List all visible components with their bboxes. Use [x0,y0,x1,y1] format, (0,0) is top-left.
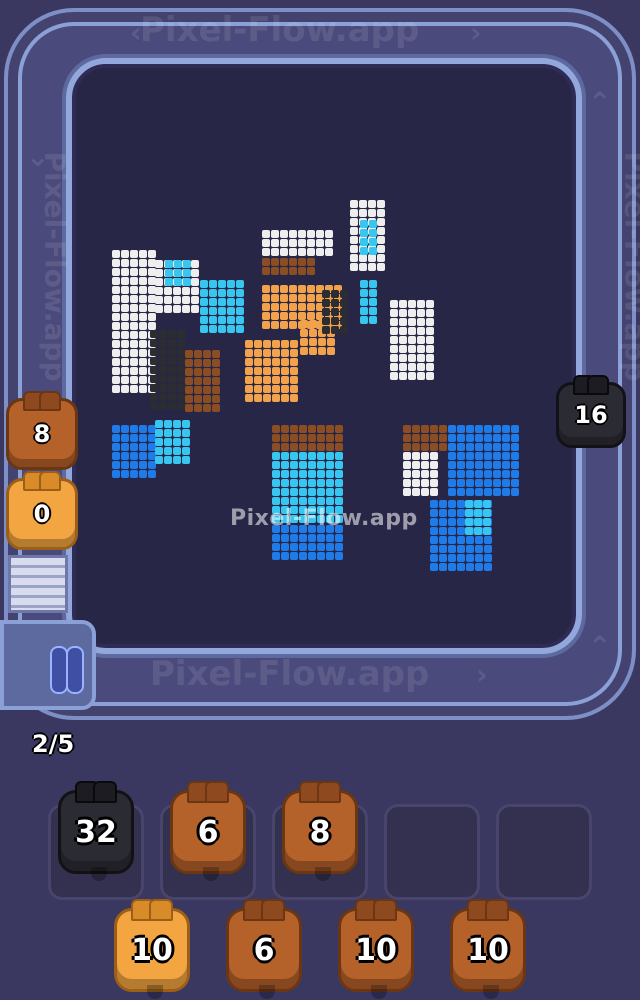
queue-piece-brown[interactable]: 6 [226,899,302,999]
shooter-dispenser [8,555,68,613]
piece-count: 6 [197,814,219,850]
watermark-top: Pixel-Flow.app [140,10,420,50]
ear-icon [93,781,117,803]
piece-count: 8 [309,814,331,850]
ear-icon [587,375,609,395]
shooter-count: 16 [574,401,608,429]
queue-counter: 2/5 [32,730,75,758]
chevron-up-icon: ⌃ [588,86,612,119]
slot-4-empty[interactable] [384,804,480,900]
ear-icon [317,781,341,803]
chevron-down-icon: ⌄ [26,140,50,173]
tail-icon [259,985,275,999]
ear-icon [39,391,61,411]
watermark-bottom: Pixel-Flow.app [150,654,430,694]
piece-count: 32 [75,814,117,850]
track-shooter-orange[interactable]: 0 [6,471,78,550]
canvas-board [66,58,582,654]
chevron-right-icon: › [470,16,482,49]
ear-icon [205,781,229,803]
queue-piece-brown[interactable]: 10 [450,899,526,999]
watermark-left: Pixel-Flow.app [38,151,72,382]
gate-pill-icon [66,646,84,694]
piece-count: 10 [355,932,397,968]
shooter-count: 0 [33,500,51,528]
slot-5-empty[interactable] [496,804,592,900]
ear-icon [485,899,509,921]
slot-piece-black[interactable]: 32 [58,781,134,881]
ear-icon [39,471,61,491]
tail-icon [371,985,387,999]
track-shooter-black[interactable]: 16 [556,375,626,448]
chevron-up-icon: ⌃ [588,630,612,663]
track-shooter-brown[interactable]: 8 [6,391,78,470]
queue-piece-orange[interactable]: 10 [114,899,190,999]
shooter-count: 8 [33,420,51,448]
slot-piece-brown[interactable]: 8 [282,781,358,881]
piece-count: 6 [253,932,275,968]
track-gate [0,620,96,710]
tail-icon [147,985,163,999]
ear-icon [261,899,285,921]
piece-count: 10 [131,932,173,968]
chevron-left-icon: ‹ [130,16,142,49]
tail-icon [483,985,499,999]
queue-piece-brown[interactable]: 10 [338,899,414,999]
chevron-right-icon: › [476,658,488,691]
ear-icon [373,899,397,921]
piece-count: 10 [467,932,509,968]
slot-piece-brown[interactable]: 6 [170,781,246,881]
watermark-right: Pixel-Flow.app [618,151,640,382]
ear-icon [149,899,173,921]
watermark-center: Pixel-Flow.app [230,506,418,531]
